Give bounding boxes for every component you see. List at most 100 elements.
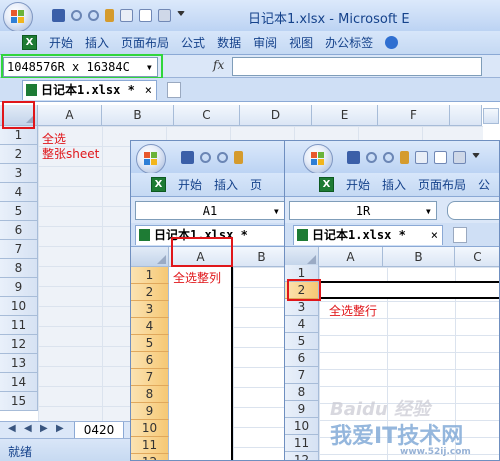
tab-formulas[interactable]: 公 xyxy=(472,176,496,193)
tab-insert[interactable]: 插入 xyxy=(208,176,244,193)
print-preview-icon[interactable] xyxy=(120,8,133,22)
column-header-c[interactable]: C xyxy=(455,247,499,267)
column-header-c[interactable]: C xyxy=(174,105,240,126)
column-header-e[interactable]: E xyxy=(312,105,378,126)
row-header-12[interactable]: 12 xyxy=(131,454,169,460)
row-header-5[interactable]: 5 xyxy=(0,202,38,221)
help-icon[interactable] xyxy=(385,36,399,49)
row-header-3[interactable]: 3 xyxy=(285,299,319,316)
tab-page-layout[interactable]: 页面布局 xyxy=(115,34,175,51)
tab-home[interactable]: 开始 xyxy=(172,176,208,193)
format-painter-icon[interactable] xyxy=(400,150,409,164)
row-header-2[interactable]: 2 xyxy=(0,145,38,164)
row-header-1[interactable]: 1 xyxy=(131,267,169,284)
row-header-9[interactable]: 9 xyxy=(0,278,38,297)
row-header-6[interactable]: 6 xyxy=(131,352,169,369)
customize-toolbar-icon[interactable] xyxy=(177,11,185,19)
row-header-7[interactable]: 7 xyxy=(285,367,319,384)
row-header-10[interactable]: 10 xyxy=(131,420,169,437)
row-header-14[interactable]: 14 xyxy=(0,373,38,392)
clipboard-icon[interactable] xyxy=(453,150,466,164)
office-button[interactable] xyxy=(3,2,33,32)
tab-review[interactable]: 审阅 xyxy=(247,34,283,51)
row-header-7[interactable]: 7 xyxy=(131,369,169,386)
row-header-4[interactable]: 4 xyxy=(285,316,319,333)
column-header-a[interactable]: A xyxy=(38,105,102,126)
select-all-corner[interactable] xyxy=(131,247,169,267)
column-header-b[interactable]: B xyxy=(383,247,455,267)
redo-icon[interactable] xyxy=(217,151,228,163)
row-header-12[interactable]: 12 xyxy=(285,452,319,460)
select-all-corner[interactable] xyxy=(285,247,319,267)
prev-sheet-icon[interactable]: ◀ xyxy=(24,423,32,434)
column-header-b[interactable]: B xyxy=(102,105,174,126)
column-header-d[interactable]: D xyxy=(240,105,312,126)
document-tab[interactable]: 日记本1.xlsx * × xyxy=(293,225,443,245)
row-header-13[interactable]: 13 xyxy=(0,354,38,373)
row-header-5[interactable]: 5 xyxy=(131,335,169,352)
row-header-10[interactable]: 10 xyxy=(285,418,319,435)
fx-icon[interactable]: fx xyxy=(213,58,224,72)
row-header-9[interactable]: 9 xyxy=(131,403,169,420)
row-header-5[interactable]: 5 xyxy=(285,333,319,350)
next-sheet-icon[interactable]: ▶ xyxy=(40,423,48,434)
row-header-15[interactable]: 15 xyxy=(0,392,38,411)
row-header-9[interactable]: 9 xyxy=(285,401,319,418)
tab-insert[interactable]: 插入 xyxy=(376,176,412,193)
column-header-a[interactable]: A xyxy=(319,247,383,267)
name-box-row[interactable]: 1R ▾ xyxy=(289,201,437,220)
tab-insert[interactable]: 插入 xyxy=(79,34,115,51)
tab-data[interactable]: 数据 xyxy=(211,34,247,51)
format-painter-icon[interactable] xyxy=(234,150,243,164)
row-header-8[interactable]: 8 xyxy=(0,259,38,278)
redo-icon[interactable] xyxy=(383,151,394,163)
row-header-11[interactable]: 11 xyxy=(131,437,169,454)
print-preview-icon[interactable] xyxy=(415,150,428,164)
row-header-10[interactable]: 10 xyxy=(0,297,38,316)
row-header-2[interactable]: 2 xyxy=(131,284,169,301)
row-header-4[interactable]: 4 xyxy=(0,183,38,202)
new-document-icon[interactable] xyxy=(453,227,467,243)
row-header-7[interactable]: 7 xyxy=(0,240,38,259)
tab-home[interactable]: 开始 xyxy=(43,34,79,51)
tab-page-layout[interactable]: 页 xyxy=(244,176,268,193)
row-header-3[interactable]: 3 xyxy=(131,301,169,318)
office-button-row[interactable] xyxy=(303,144,333,174)
chevron-down-icon[interactable]: ▾ xyxy=(425,202,432,219)
tab-page-layout[interactable]: 页面布局 xyxy=(412,176,472,193)
scroll-up-icon[interactable] xyxy=(483,108,499,124)
save-icon[interactable] xyxy=(52,8,65,22)
row-header-4[interactable]: 4 xyxy=(131,318,169,335)
table-icon[interactable] xyxy=(139,8,152,22)
formula-input[interactable] xyxy=(447,201,499,220)
clipboard-icon[interactable] xyxy=(158,8,171,22)
document-tab[interactable]: 日记本1.xlsx * × xyxy=(22,80,157,100)
first-sheet-icon[interactable]: ◀ xyxy=(8,423,16,434)
save-icon[interactable] xyxy=(181,150,194,164)
tab-view[interactable]: 视图 xyxy=(283,34,319,51)
undo-icon[interactable] xyxy=(366,151,377,163)
office-button-column[interactable] xyxy=(136,144,166,174)
sheet-tab[interactable]: 0420 xyxy=(74,422,124,439)
tab-office-tabs[interactable]: 办公标签 xyxy=(319,34,379,51)
formula-input[interactable] xyxy=(232,57,482,76)
redo-icon[interactable] xyxy=(88,9,99,21)
undo-icon[interactable] xyxy=(71,9,82,21)
close-icon[interactable]: × xyxy=(431,226,438,244)
format-painter-icon[interactable] xyxy=(105,8,114,22)
column-header-f[interactable]: F xyxy=(378,105,450,126)
name-box-column[interactable]: A1 ▾ xyxy=(135,201,285,220)
row-header-8[interactable]: 8 xyxy=(285,384,319,401)
row-header-6[interactable]: 6 xyxy=(285,350,319,367)
row-header-11[interactable]: 11 xyxy=(0,316,38,335)
row-header-12[interactable]: 12 xyxy=(0,335,38,354)
save-icon[interactable] xyxy=(347,150,360,164)
tab-home[interactable]: 开始 xyxy=(340,176,376,193)
table-icon[interactable] xyxy=(434,150,447,164)
row-header-3[interactable]: 3 xyxy=(0,164,38,183)
column-header-b[interactable]: B xyxy=(233,247,289,267)
undo-icon[interactable] xyxy=(200,151,211,163)
row-header-8[interactable]: 8 xyxy=(131,386,169,403)
column-header-g[interactable] xyxy=(450,105,482,126)
close-icon[interactable]: × xyxy=(145,81,152,99)
